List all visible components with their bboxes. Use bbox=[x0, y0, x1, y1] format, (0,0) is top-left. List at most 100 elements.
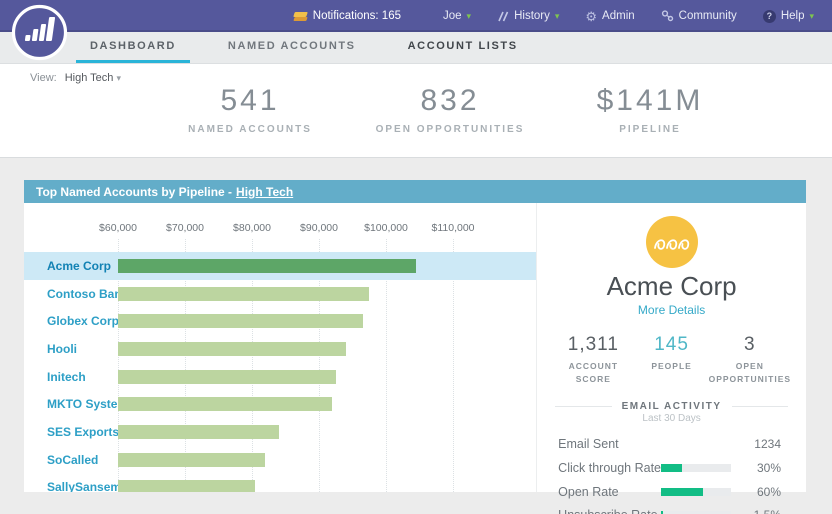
metric-value: 30% bbox=[741, 461, 781, 475]
view-value: High Tech bbox=[65, 72, 114, 84]
panel-header: Top Named Accounts by Pipeline - High Te… bbox=[24, 180, 806, 203]
metric-row: Open Rate60% bbox=[558, 480, 781, 504]
logo-icon bbox=[11, 4, 68, 61]
admin-label: Admin bbox=[602, 10, 635, 22]
stat-label: OPEN OPPORTUNITIES bbox=[706, 360, 794, 386]
tab-named-accounts[interactable]: NAMED ACCOUNTS bbox=[214, 32, 370, 63]
metric-label: Unsubscribe Rate bbox=[558, 508, 661, 514]
chevron-down-icon: ▾ bbox=[555, 12, 560, 21]
axis-tick-label: $80,000 bbox=[233, 222, 271, 234]
account-link[interactable]: SallySansem bbox=[24, 480, 118, 492]
help-menu[interactable]: ? Help ▾ bbox=[763, 10, 814, 23]
pipeline-bar[interactable] bbox=[118, 342, 346, 356]
stat-label: ACCOUNT SCORE bbox=[549, 360, 637, 386]
stat-value: 1,311 bbox=[549, 334, 637, 356]
more-details-link[interactable]: More Details bbox=[537, 303, 806, 317]
community-icon bbox=[661, 10, 674, 22]
tab-account-lists[interactable]: ACCOUNT LISTS bbox=[394, 32, 532, 63]
pipeline-bar[interactable] bbox=[118, 370, 336, 384]
metric-row: Click through Rate30% bbox=[558, 456, 781, 480]
stat-open-opportunities: 3 OPEN OPPORTUNITIES bbox=[699, 334, 801, 386]
kpi-group: 541 NAMED ACCOUNTS 832 OPEN OPPORTUNITIE… bbox=[150, 84, 750, 135]
email-activity-header: EMAIL ACTIVITY Last 30 Days bbox=[537, 401, 806, 424]
pipeline-bar[interactable] bbox=[118, 259, 416, 273]
metric-progress-bar bbox=[661, 488, 731, 496]
panel-title: Top Named Accounts by Pipeline - bbox=[36, 185, 232, 199]
panel-body: $60,000$70,000$80,000$90,000$100,000$110… bbox=[24, 203, 806, 492]
chart-rows: Acme Corp Contoso Bank Globex Corp Hooli Ini… bbox=[24, 252, 536, 492]
email-activity-rows: Email Sent1234Click through Rate30%Open … bbox=[537, 433, 806, 514]
account-link[interactable]: SoCalled bbox=[24, 453, 118, 467]
account-avatar bbox=[646, 216, 698, 268]
pipeline-bar[interactable] bbox=[118, 314, 363, 328]
chevron-down-icon: ▾ bbox=[116, 73, 121, 83]
pipeline-bar-chart: $60,000$70,000$80,000$90,000$100,000$110… bbox=[24, 203, 537, 492]
account-detail-panel: Acme Corp More Details 1,311 ACCOUNT SCO… bbox=[537, 203, 806, 492]
axis-tick-label: $110,000 bbox=[431, 222, 474, 234]
stat-label: PEOPLE bbox=[651, 360, 691, 373]
section-subtitle: Last 30 Days bbox=[537, 413, 806, 424]
chart-row: SoCalled bbox=[24, 446, 536, 474]
metric-row: Unsubscribe Rate 1.5% bbox=[558, 504, 781, 514]
pipeline-panel: Top Named Accounts by Pipeline - High Te… bbox=[24, 180, 806, 492]
chart-row: SallySansem bbox=[24, 474, 536, 493]
marketo-logo[interactable] bbox=[11, 4, 68, 61]
chart-axis: $60,000$70,000$80,000$90,000$100,000$110… bbox=[24, 203, 536, 239]
account-link[interactable]: Hooli bbox=[24, 342, 118, 356]
kpi-pipeline: $141M PIPELINE bbox=[550, 84, 750, 135]
metric-progress-fill bbox=[661, 488, 703, 496]
metric-label: Open Rate bbox=[558, 485, 661, 499]
pipeline-bar[interactable] bbox=[118, 397, 332, 411]
community-label: Community bbox=[679, 10, 737, 22]
pipeline-bar[interactable] bbox=[118, 425, 279, 439]
coil-icon bbox=[652, 230, 692, 254]
kpi-label: NAMED ACCOUNTS bbox=[150, 124, 350, 135]
gear-icon: ⚙ bbox=[585, 10, 597, 23]
account-link[interactable]: Initech bbox=[24, 370, 118, 384]
kpi-value: 832 bbox=[350, 84, 550, 118]
stat-people: 145 PEOPLE bbox=[644, 334, 698, 386]
kpi-value: $141M bbox=[550, 84, 750, 118]
view-selector-row: View: High Tech ▾ bbox=[30, 72, 121, 84]
pipeline-bar[interactable] bbox=[118, 480, 255, 492]
tab-bar: DASHBOARD NAMED ACCOUNTS ACCOUNT LISTS bbox=[0, 32, 832, 64]
view-dropdown[interactable]: High Tech ▾ bbox=[65, 72, 121, 84]
stat-account-score: 1,311 ACCOUNT SCORE bbox=[542, 334, 644, 386]
chart-row: Contoso Bank bbox=[24, 280, 536, 308]
user-menu[interactable]: Joe ▾ bbox=[443, 10, 471, 22]
chevron-down-icon: ▾ bbox=[467, 12, 472, 21]
kpi-strip: View: High Tech ▾ 541 NAMED ACCOUNTS 832… bbox=[0, 64, 832, 158]
metric-progress-bar bbox=[661, 464, 731, 472]
account-link[interactable]: MKTO Systems bbox=[24, 397, 118, 411]
metric-row: Email Sent1234 bbox=[558, 433, 781, 457]
account-link[interactable]: Contoso Bank bbox=[24, 287, 118, 301]
metric-value: 1.5% bbox=[741, 508, 781, 514]
account-link[interactable]: Globex Corp bbox=[24, 314, 118, 328]
chevron-down-icon: ▾ bbox=[809, 12, 814, 21]
notifications-icon bbox=[294, 11, 308, 22]
panel-title-link[interactable]: High Tech bbox=[236, 185, 293, 199]
chart-row: Hooli bbox=[24, 335, 536, 363]
axis-tick-label: $60,000 bbox=[99, 222, 137, 234]
tab-dashboard[interactable]: DASHBOARD bbox=[76, 32, 190, 63]
notifications-label: Notifications: 165 bbox=[313, 10, 401, 22]
top-nav: Notifications: 165 Joe ▾ History ▾ ⚙ Adm… bbox=[0, 0, 832, 32]
admin-menu[interactable]: ⚙ Admin bbox=[585, 10, 634, 23]
chart-row: Globex Corp bbox=[24, 307, 536, 335]
chart-row: SES Exports bbox=[24, 418, 536, 446]
account-link[interactable]: Acme Corp bbox=[24, 259, 118, 273]
history-label: History bbox=[514, 10, 550, 22]
kpi-label: OPEN OPPORTUNITIES bbox=[350, 124, 550, 135]
axis-tick-label: $70,000 bbox=[166, 222, 204, 234]
pipeline-bar[interactable] bbox=[118, 453, 265, 467]
kpi-open-opportunities: 832 OPEN OPPORTUNITIES bbox=[350, 84, 550, 135]
account-link[interactable]: SES Exports bbox=[24, 425, 118, 439]
history-icon bbox=[497, 11, 509, 22]
chart-row: Initech bbox=[24, 363, 536, 391]
community-menu[interactable]: Community bbox=[661, 10, 737, 22]
notifications-button[interactable]: Notifications: 165 bbox=[294, 10, 401, 22]
history-menu[interactable]: History ▾ bbox=[497, 10, 559, 22]
pipeline-bar[interactable] bbox=[118, 287, 369, 301]
account-stats: 1,311 ACCOUNT SCORE 145 PEOPLE 3 OPEN OP… bbox=[537, 334, 806, 386]
help-icon: ? bbox=[763, 10, 776, 23]
